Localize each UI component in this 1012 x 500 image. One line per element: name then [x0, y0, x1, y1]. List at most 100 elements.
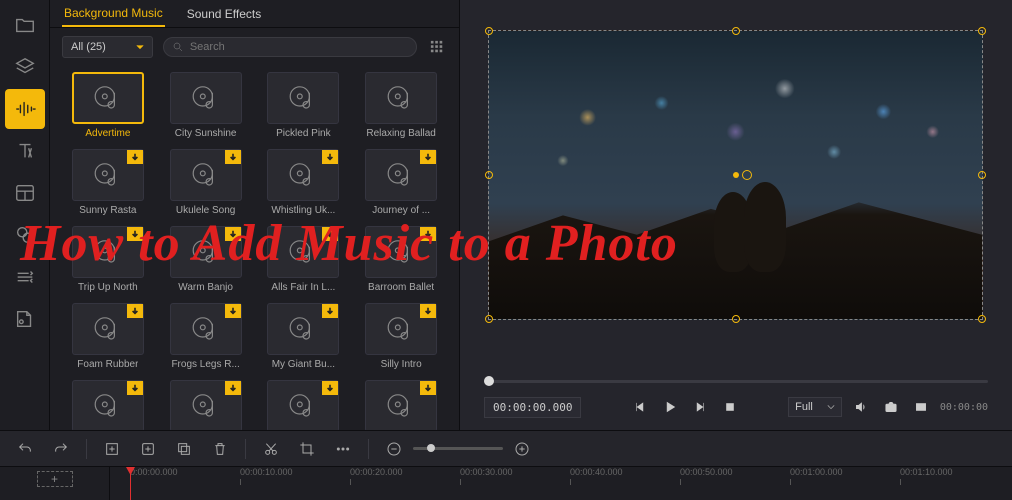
- delete-button[interactable]: [209, 438, 231, 460]
- ruler-tick: 00:00:30.000: [460, 467, 513, 477]
- crop-button[interactable]: [296, 438, 318, 460]
- undo-button[interactable]: [14, 438, 36, 460]
- track-item[interactable]: Journey of ...: [355, 149, 447, 216]
- track-item[interactable]: Advertime: [62, 72, 154, 139]
- play-button[interactable]: [659, 396, 681, 418]
- timeline: + 0:00:00.000 00:00:10.000 00:00:20.000 00:…: [0, 466, 1012, 500]
- zoom-out-button[interactable]: [383, 438, 405, 460]
- track-thumb: [365, 72, 437, 124]
- resize-handle[interactable]: [485, 171, 493, 179]
- resize-handle[interactable]: [978, 27, 986, 35]
- download-badge-icon: [420, 381, 436, 395]
- resize-handle[interactable]: [732, 315, 740, 323]
- download-badge-icon: [127, 381, 143, 395]
- search-icon: [172, 41, 184, 53]
- ruler-tick: 00:00:20.000: [350, 467, 403, 477]
- edit-button[interactable]: [101, 438, 123, 460]
- track-item[interactable]: [355, 380, 447, 430]
- track-thumb: [72, 72, 144, 124]
- track-item[interactable]: Pickled Pink: [258, 72, 350, 139]
- center-anchor[interactable]: [733, 172, 739, 178]
- preview-size-dropdown[interactable]: Full: [788, 397, 842, 417]
- track-item[interactable]: Ukulele Song: [160, 149, 252, 216]
- fullscreen-button[interactable]: [910, 396, 932, 418]
- download-badge-icon: [225, 227, 241, 241]
- stop-button[interactable]: [719, 396, 741, 418]
- search-box[interactable]: [163, 37, 417, 57]
- center-anchor-ring[interactable]: [742, 170, 752, 180]
- track-thumb: [365, 226, 437, 278]
- track-label: Trip Up North: [78, 282, 138, 293]
- transform-tool[interactable]: [5, 257, 45, 297]
- resize-handle[interactable]: [485, 27, 493, 35]
- ruler-tick: 00:00:10.000: [240, 467, 293, 477]
- resize-handle[interactable]: [485, 315, 493, 323]
- timecode-display: 00:00:00.000: [484, 397, 581, 418]
- layout-tool[interactable]: [5, 173, 45, 213]
- effects-tool[interactable]: [5, 215, 45, 255]
- cut-button[interactable]: [260, 438, 282, 460]
- track-thumb: [170, 72, 242, 124]
- track-label: My Giant Bu...: [272, 359, 335, 370]
- preview-panel: 00:00:00.000 Full 00:00:00: [460, 0, 1012, 430]
- track-item[interactable]: Relaxing Ballad: [355, 72, 447, 139]
- track-label: Relaxing Ballad: [366, 128, 436, 139]
- ruler-tick: 0:00:00.000: [130, 467, 178, 477]
- zoom-slider[interactable]: [413, 447, 503, 450]
- track-item[interactable]: City Sunshine: [160, 72, 252, 139]
- track-thumb: [365, 380, 437, 430]
- redo-button[interactable]: [50, 438, 72, 460]
- tool-rail: [0, 0, 50, 430]
- tab-background-music[interactable]: Background Music: [62, 1, 165, 27]
- download-badge-icon: [225, 381, 241, 395]
- more-button[interactable]: [332, 438, 354, 460]
- track-item[interactable]: [258, 380, 350, 430]
- playhead[interactable]: [130, 467, 131, 500]
- track-item[interactable]: [62, 380, 154, 430]
- ruler-tick: 00:00:50.000: [680, 467, 733, 477]
- track-item[interactable]: Warm Banjo: [160, 226, 252, 293]
- track-label: Foam Rubber: [77, 359, 138, 370]
- track-item[interactable]: Silly Intro: [355, 303, 447, 370]
- track-item[interactable]: Frogs Legs R...: [160, 303, 252, 370]
- track-item[interactable]: Whistling Uk...: [258, 149, 350, 216]
- prev-frame-button[interactable]: [629, 396, 651, 418]
- audio-tool[interactable]: [5, 89, 45, 129]
- track-item[interactable]: Foam Rubber: [62, 303, 154, 370]
- track-item[interactable]: Sunny Rasta: [62, 149, 154, 216]
- duplicate-button[interactable]: [173, 438, 195, 460]
- snapshot-button[interactable]: [880, 396, 902, 418]
- track-label: Silly Intro: [381, 359, 422, 370]
- volume-button[interactable]: [850, 396, 872, 418]
- download-badge-icon: [322, 381, 338, 395]
- track-item[interactable]: Trip Up North: [62, 226, 154, 293]
- resize-handle[interactable]: [978, 315, 986, 323]
- grid-view-button[interactable]: [427, 37, 447, 57]
- add-track-button[interactable]: +: [37, 471, 73, 487]
- preview-scrubber[interactable]: [480, 370, 992, 392]
- category-dropdown[interactable]: All (25): [62, 36, 153, 58]
- next-frame-button[interactable]: [689, 396, 711, 418]
- track-item[interactable]: Barroom Ballet: [355, 226, 447, 293]
- track-item[interactable]: My Giant Bu...: [258, 303, 350, 370]
- track-thumb: [170, 303, 242, 355]
- track-item[interactable]: [160, 380, 252, 430]
- scrub-head[interactable]: [484, 376, 494, 386]
- track-thumb: [72, 226, 144, 278]
- resize-handle[interactable]: [732, 27, 740, 35]
- text-tool[interactable]: [5, 131, 45, 171]
- export-tool[interactable]: [5, 299, 45, 339]
- layers-tool[interactable]: [5, 47, 45, 87]
- track-item[interactable]: Alls Fair In L...: [258, 226, 350, 293]
- grid-icon: [430, 40, 444, 54]
- folder-tool[interactable]: [5, 5, 45, 45]
- zoom-in-button[interactable]: [511, 438, 533, 460]
- add-button[interactable]: [137, 438, 159, 460]
- timeline-ruler[interactable]: 0:00:00.000 00:00:10.000 00:00:20.000 00:00…: [110, 467, 1012, 500]
- track-gallery: AdvertimeCity SunshinePickled Pink Relaxi…: [50, 66, 459, 430]
- tab-sound-effects[interactable]: Sound Effects: [185, 2, 264, 26]
- preview-canvas[interactable]: [488, 30, 983, 320]
- search-input[interactable]: [190, 41, 270, 53]
- track-thumb: [72, 303, 144, 355]
- resize-handle[interactable]: [978, 171, 986, 179]
